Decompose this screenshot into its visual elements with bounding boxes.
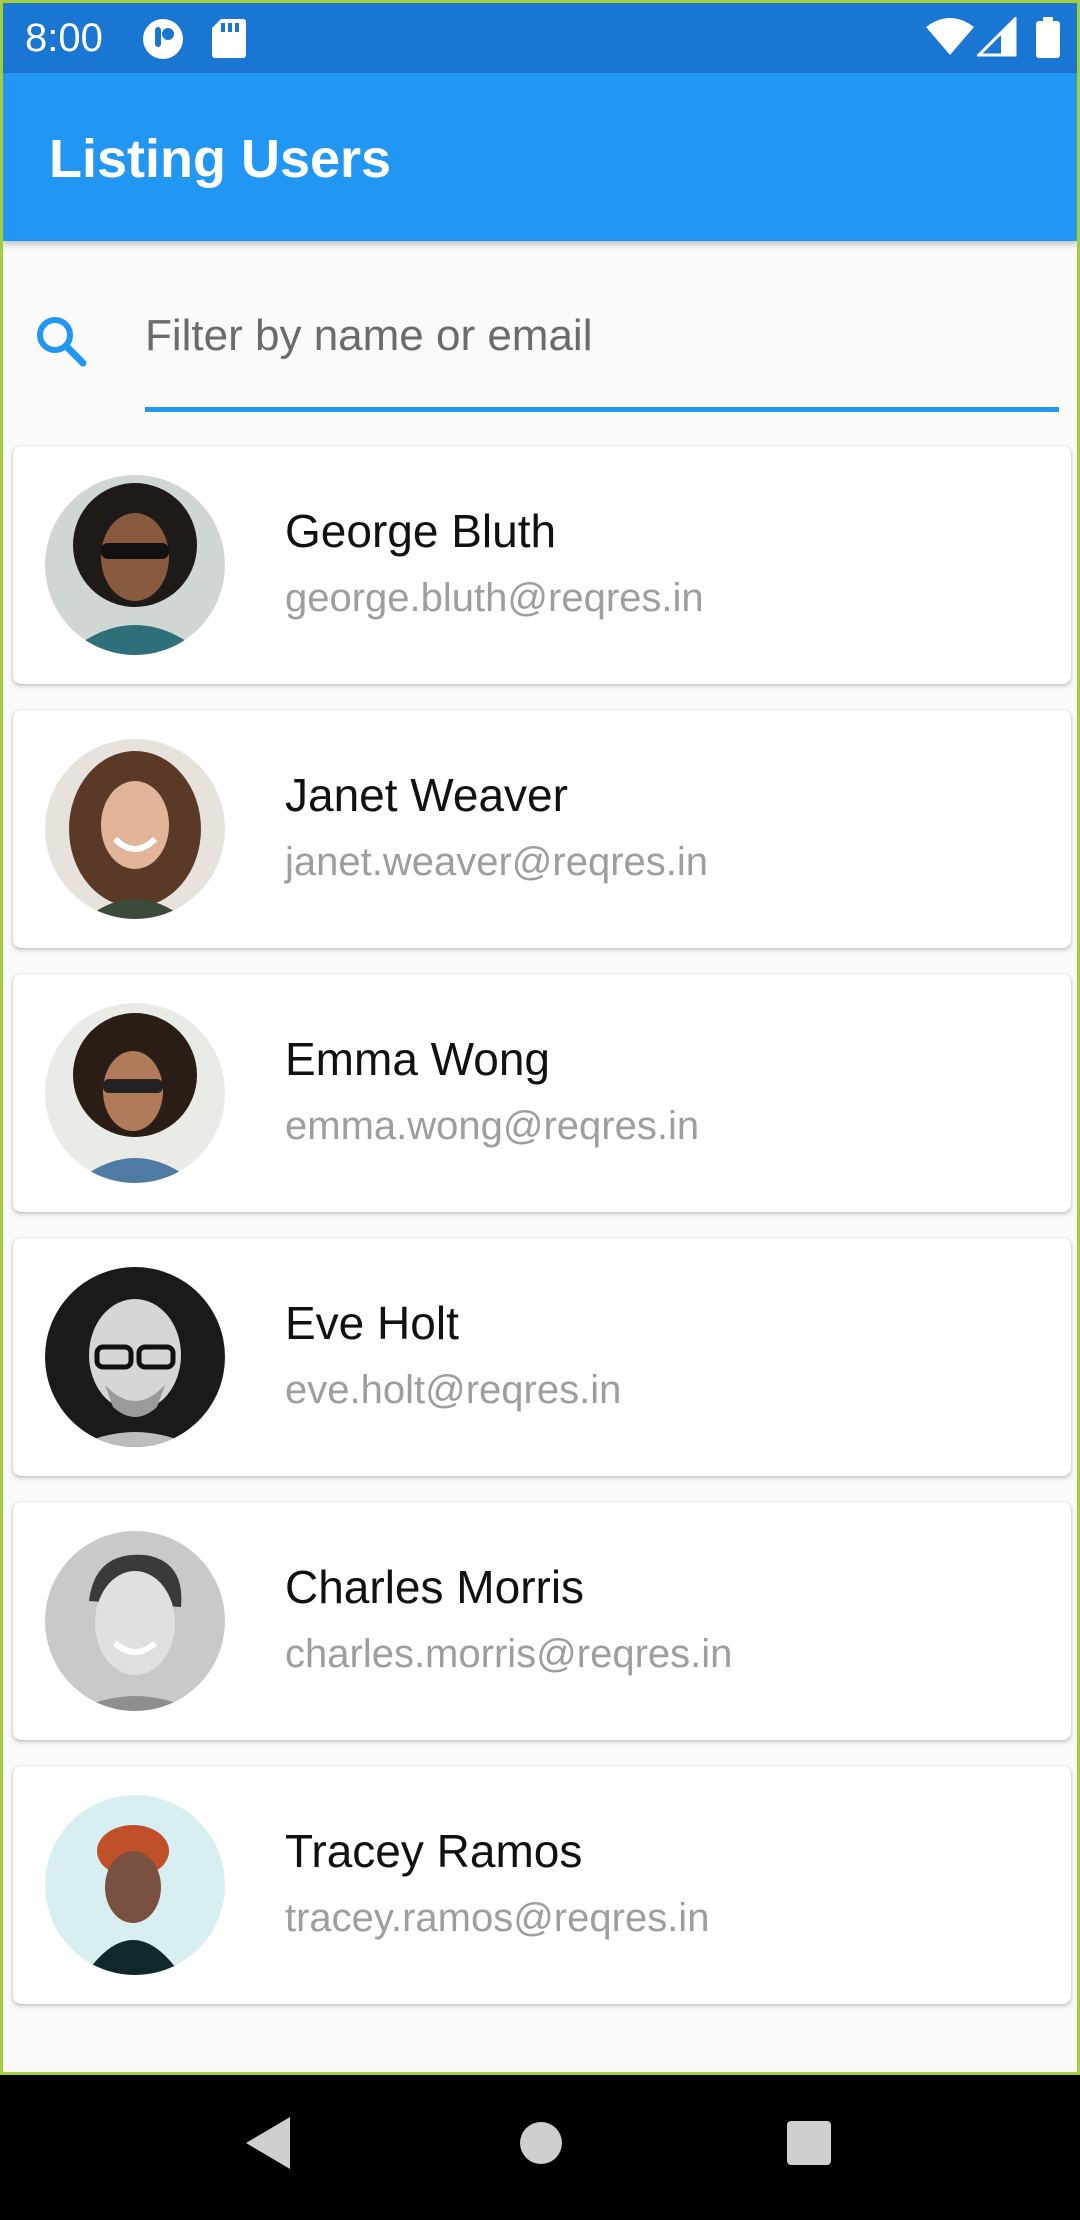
search-icon (33, 313, 89, 369)
search-input[interactable] (145, 301, 1055, 371)
user-card[interactable]: George Bluth george.bluth@reqres.in (13, 446, 1071, 684)
app-screen: 8:00 Listing Users Filter by name or ema… (0, 0, 1080, 2075)
user-email: tracey.ramos@reqres.in (285, 1896, 710, 1940)
user-email: george.bluth@reqres.in (285, 576, 704, 620)
avatar (45, 1795, 225, 1975)
user-email: eve.holt@reqres.in (285, 1368, 622, 1412)
status-bar: 8:00 (3, 3, 1077, 73)
user-email: emma.wong@reqres.in (285, 1104, 700, 1148)
avatar (45, 1003, 225, 1183)
user-card[interactable]: Eve Holt eve.holt@reqres.in (13, 1238, 1071, 1476)
avatar (45, 1267, 225, 1447)
search-underline (145, 407, 1059, 412)
user-name: Emma Wong (285, 1033, 551, 1085)
status-time: 8:00 (25, 16, 103, 60)
signal-icon (975, 15, 1017, 62)
user-card[interactable]: Tracey Ramos tracey.ramos@reqres.in (13, 1766, 1071, 2004)
user-name: Charles Morris (285, 1561, 585, 1613)
user-email: janet.weaver@reqres.in (285, 840, 709, 884)
page-title: Listing Users (49, 129, 392, 189)
user-email: charles.morris@reqres.in (285, 1632, 733, 1676)
navigation-bar (0, 2075, 1080, 2220)
recents-icon[interactable] (786, 2120, 832, 2171)
user-name: George Bluth (285, 505, 557, 557)
user-name: Janet Weaver (285, 769, 568, 821)
avatar (45, 475, 225, 655)
search-bar (3, 241, 1077, 431)
user-name: Eve Holt (285, 1297, 459, 1349)
user-list: George Bluth george.bluth@reqres.in Jane… (13, 446, 1071, 2030)
avatar (45, 1531, 225, 1711)
wifi-icon (925, 17, 975, 62)
sd-card-icon (211, 17, 247, 64)
data-saver-icon (141, 17, 185, 66)
app-bar: Listing Users (3, 73, 1077, 241)
avatar (45, 739, 225, 919)
back-icon[interactable] (244, 2115, 292, 2176)
battery-icon (1035, 17, 1061, 64)
user-card[interactable]: Emma Wong emma.wong@reqres.in (13, 974, 1071, 1212)
user-card[interactable]: Charles Morris charles.morris@reqres.in (13, 1502, 1071, 1740)
home-icon[interactable] (518, 2120, 564, 2171)
user-name: Tracey Ramos (285, 1825, 583, 1877)
user-card[interactable]: Janet Weaver janet.weaver@reqres.in (13, 710, 1071, 948)
